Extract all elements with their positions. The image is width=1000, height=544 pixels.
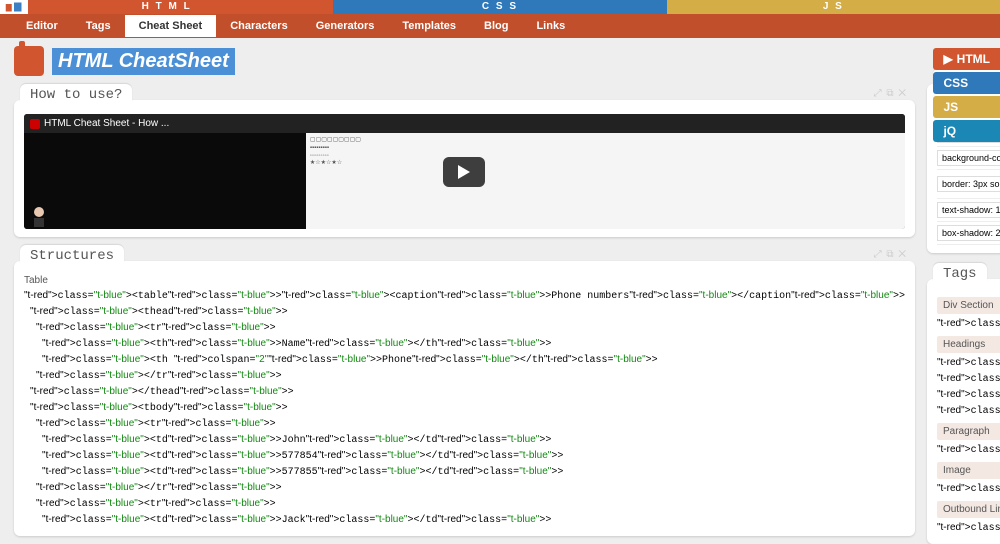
tag-code[interactable]: "t-red">class="t-blue"><div"t-red">class…: [937, 316, 1000, 332]
nav-blog[interactable]: Blog: [470, 15, 522, 37]
side-pills: ▶HTMLCSSJSjQ: [933, 48, 1000, 142]
howto-video[interactable]: HTML Cheat Sheet - How ... ▢▢▢▢▢▢▢▢▢▪▪▪▪…: [24, 114, 905, 229]
main-nav: EditorTagsCheat SheetCharactersGenerator…: [0, 14, 1000, 38]
topbar-js[interactable]: J S: [667, 0, 1000, 14]
nav-tags[interactable]: Tags: [72, 15, 125, 37]
tags-panel: Tags ⤢ ⧉ ✕ Div Section"t-red">class="t-b…: [927, 279, 1000, 544]
tags-tab: Tags: [933, 263, 987, 282]
side-pill-css[interactable]: CSS: [933, 72, 1000, 94]
tag-code[interactable]: "t-red">class="t-blue"><h1"t-red">class=…: [937, 355, 1000, 419]
structures-label: Table: [24, 275, 905, 286]
brand-title: HTML CheatSheet: [52, 48, 235, 75]
color-css-input[interactable]: [937, 202, 1000, 218]
tag-code[interactable]: "t-red">class="t-blue"><img "t-red">src=…: [937, 481, 1000, 497]
tag-section-label: Div Section: [937, 297, 1000, 314]
nav-characters[interactable]: Characters: [216, 15, 301, 37]
nav-generators[interactable]: Generators: [302, 15, 389, 37]
video-title: HTML Cheat Sheet - How ...: [44, 118, 169, 129]
play-icon: ▶: [943, 52, 952, 66]
topbar-html[interactable]: H T M L: [0, 0, 333, 14]
howto-panel: How to use? ⤢ ⧉ ✕ HTML Cheat Sheet - How…: [14, 100, 915, 237]
tag-section-label: Headings: [937, 336, 1000, 353]
nav-links[interactable]: Links: [522, 15, 579, 37]
side-pill-jq[interactable]: jQ: [933, 120, 1000, 142]
nav-editor[interactable]: Editor: [12, 15, 72, 37]
panel-controls-icon[interactable]: ⤢ ⧉ ✕: [874, 249, 907, 260]
topbar-css[interactable]: C S S: [333, 0, 666, 14]
nav-cheat-sheet[interactable]: Cheat Sheet: [125, 15, 217, 37]
color-css-input[interactable]: [937, 225, 1000, 241]
panel-controls-icon[interactable]: ⤢ ⧉ ✕: [874, 88, 907, 99]
structures-code[interactable]: "t-red">class="t-blue"><table"t-red">cla…: [24, 288, 905, 528]
tag-section-label: Image: [937, 462, 1000, 479]
brand-logo-icon: [14, 46, 44, 76]
structures-tab: Structures: [20, 245, 124, 264]
presenter-icon: [27, 203, 51, 227]
tag-code[interactable]: "t-red">class="t-blue"><p "t-red">style=…: [937, 442, 1000, 458]
tag-code[interactable]: "t-red">class="t-blue"><a "t-red">href="…: [937, 520, 1000, 536]
side-pill-js[interactable]: JS: [933, 96, 1000, 118]
header: HTML CheatSheet: [0, 38, 1000, 80]
tag-section-label: Paragraph: [937, 423, 1000, 440]
play-button-icon[interactable]: [443, 157, 485, 187]
color-css-input[interactable]: [937, 176, 1000, 192]
side-pill-html[interactable]: ▶HTML: [933, 48, 1000, 70]
top-language-bar: H T M L C S S J S: [0, 0, 1000, 14]
color-css-input[interactable]: [937, 150, 1000, 166]
logo-corner[interactable]: [0, 0, 28, 14]
tag-section-label: Outbound Link: [937, 501, 1000, 518]
nav-templates[interactable]: Templates: [388, 15, 470, 37]
youtube-icon: [30, 119, 40, 129]
structures-panel: Structures ⤢ ⧉ ✕ Table "t-red">class="t-…: [14, 261, 915, 536]
howto-tab: How to use?: [20, 84, 132, 103]
